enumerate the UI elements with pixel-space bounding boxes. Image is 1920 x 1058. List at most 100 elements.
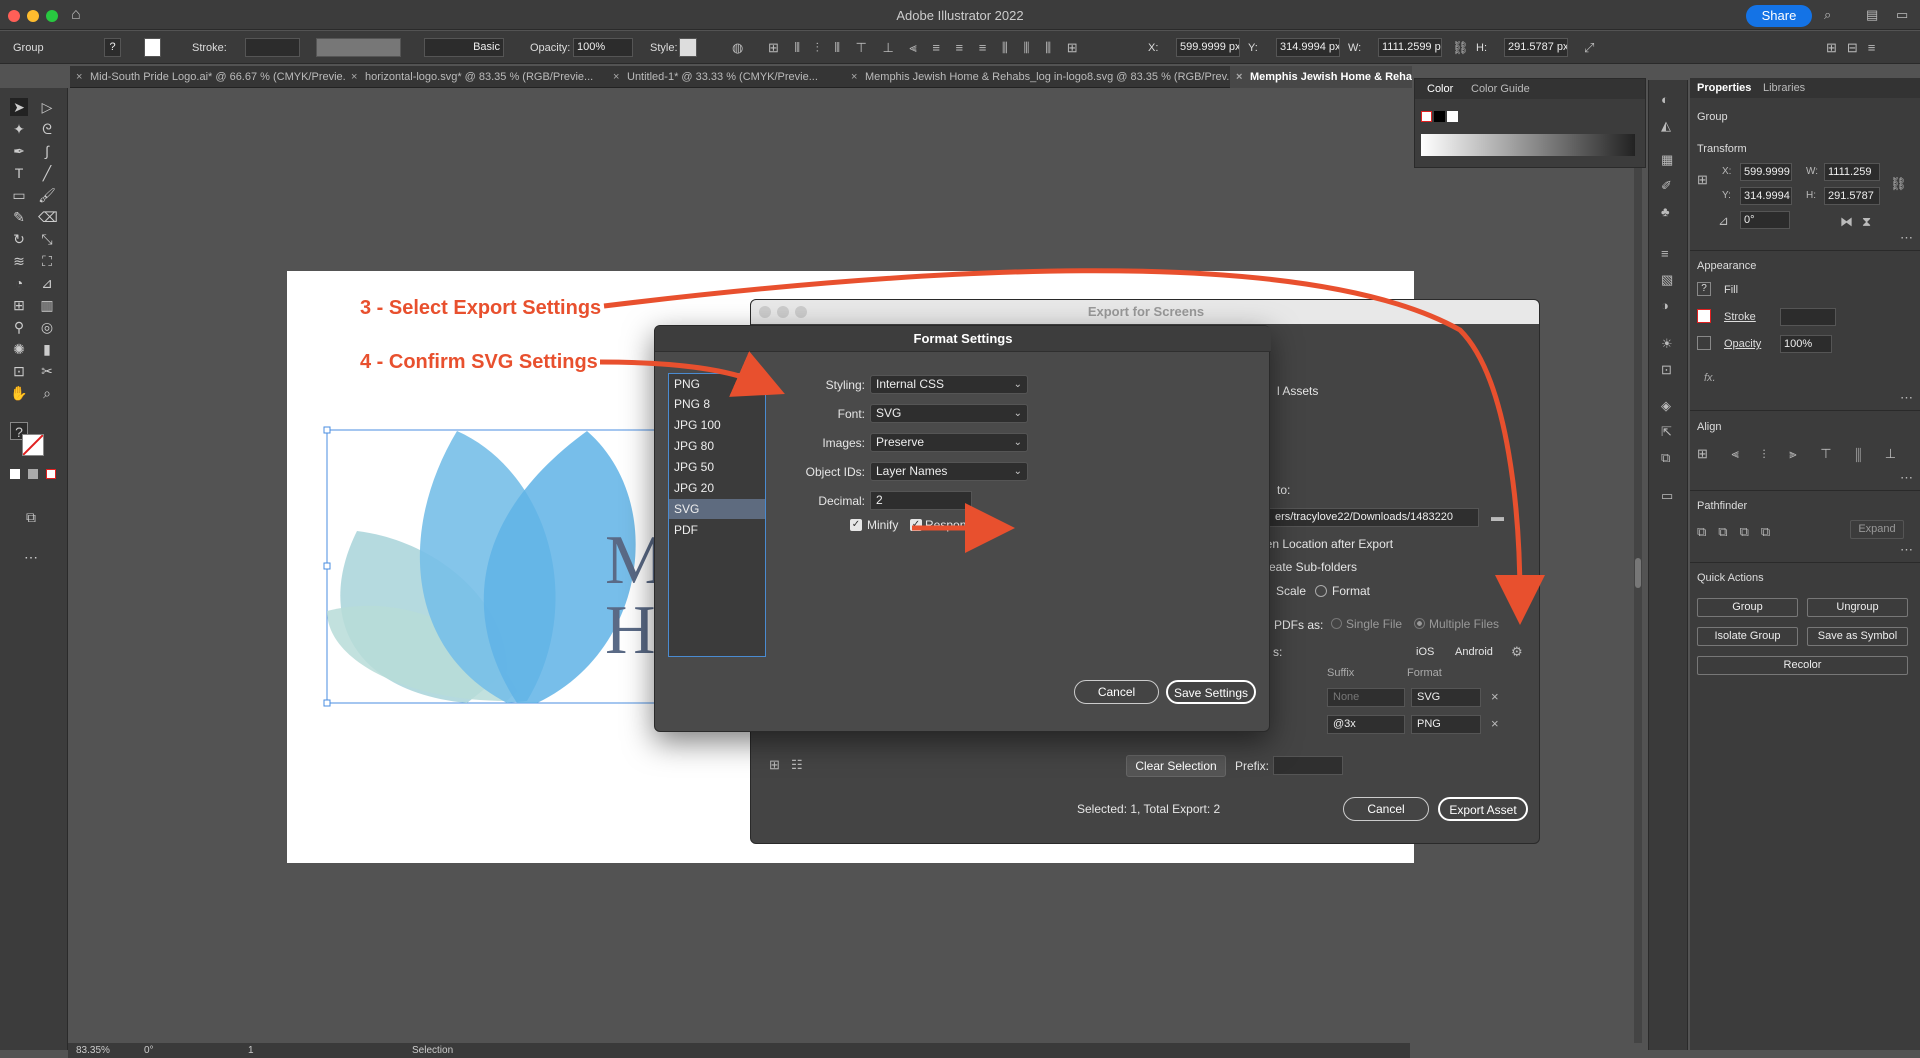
doc-tab[interactable]: × Memphis Jewish Home & Rehabs_log in-log… — [845, 66, 1230, 88]
close-icon[interactable]: × — [1236, 66, 1242, 88]
remove-row-icon[interactable]: × — [1491, 716, 1499, 732]
single-file-radio[interactable] — [1331, 618, 1342, 629]
prefix-field[interactable] — [1273, 756, 1343, 775]
y-field[interactable]: 314.9994 — [1740, 187, 1792, 205]
suffix-field-row1[interactable]: None — [1327, 688, 1405, 707]
multiple-files-radio[interactable] — [1414, 618, 1425, 629]
images-select[interactable]: Preserve ⌄ — [870, 433, 1028, 452]
fill-swatch[interactable]: ? — [104, 38, 121, 57]
export-path-field[interactable]: ers/tracylove22/Downloads/1483220 — [1269, 508, 1479, 527]
perspective-tool-icon[interactable]: ⊿ — [38, 274, 56, 292]
zoom-tool-icon[interactable]: ⌕ — [38, 384, 56, 402]
search-icon[interactable]: ⌕ — [1824, 7, 1831, 23]
zoom-dialog-button[interactable] — [795, 306, 807, 318]
close-icon[interactable]: × — [76, 66, 82, 88]
pathfinder-buttons-icon[interactable]: ⧉⧉⧉⧉ — [1697, 524, 1782, 540]
share-button[interactable]: Share — [1746, 5, 1812, 27]
tab-properties[interactable]: Properties — [1697, 82, 1751, 94]
format-select-row1[interactable]: SVG — [1411, 688, 1481, 707]
fill-swatch[interactable]: ? — [1697, 282, 1711, 296]
symbols-panel-icon[interactable]: ♣ — [1661, 204, 1670, 220]
save-as-symbol-button[interactable]: Save as Symbol — [1807, 627, 1908, 646]
minimize-dialog-button[interactable] — [777, 306, 789, 318]
flip-horizontal-icon[interactable]: ⧓ — [1840, 214, 1853, 230]
assets-tab[interactable]: l Assets — [1277, 384, 1318, 398]
flip-vertical-icon[interactable]: ⧗ — [1862, 214, 1871, 230]
export-panel-icon[interactable]: ⇱ — [1661, 424, 1672, 440]
layers-panel-icon[interactable]: ◈ — [1661, 398, 1671, 414]
eyedropper-tool-icon[interactable]: ⚲ — [10, 318, 28, 336]
magic-wand-tool-icon[interactable]: ✦ — [10, 120, 28, 138]
create-subfolders-checkbox[interactable]: reate Sub-folders — [1265, 560, 1357, 574]
more-options-icon[interactable]: ⋯ — [1900, 470, 1913, 486]
clear-selection-button[interactable]: Clear Selection — [1126, 755, 1226, 777]
close-icon[interactable]: × — [851, 66, 857, 88]
format-item[interactable]: PDF — [669, 520, 765, 540]
recolor-button[interactable]: Recolor — [1697, 656, 1908, 675]
zoom-level[interactable]: 83.35% — [76, 1045, 110, 1056]
style-swatch[interactable] — [679, 38, 697, 57]
close-icon[interactable]: × — [613, 66, 619, 88]
none-swatch[interactable] — [1421, 111, 1432, 122]
link-icon[interactable]: ⛓ — [1452, 40, 1469, 56]
w-field[interactable]: 1111.259 — [1824, 163, 1880, 181]
x-field[interactable]: 599.9999 — [1740, 163, 1792, 181]
h-field[interactable]: 291.5787 — [1824, 187, 1880, 205]
gradient-mode-icon[interactable] — [28, 469, 38, 479]
x-input[interactable]: 599.9999 px — [1176, 38, 1240, 57]
shape-builder-tool-icon[interactable]: ◔ — [10, 274, 28, 292]
curvature-tool-icon[interactable]: ∫ — [38, 142, 56, 160]
tab-color[interactable]: Color — [1427, 83, 1453, 95]
rectangle-tool-icon[interactable]: ▭ — [10, 186, 28, 204]
stroke-weight-field[interactable] — [1780, 308, 1836, 326]
recolor-icon[interactable]: ◍ — [732, 40, 743, 56]
opacity-input[interactable]: 100% — [573, 38, 633, 57]
more-options-icon[interactable]: ⋯ — [1900, 390, 1913, 406]
artboard-tool-icon[interactable]: ⊡ — [10, 362, 28, 380]
type-tool-icon[interactable]: T — [10, 164, 28, 182]
export-asset-button[interactable]: Export Asset — [1438, 797, 1528, 821]
selection-tool-icon[interactable]: ➤ — [10, 98, 28, 116]
graphic-styles-panel-icon[interactable]: ⊡ — [1661, 362, 1672, 378]
vertical-scrollbar[interactable] — [1634, 88, 1642, 1043]
more-tools-icon[interactable]: ⋯ — [22, 548, 40, 566]
tab-color-guide[interactable]: Color Guide — [1471, 83, 1530, 95]
gradient-panel-icon[interactable]: ▧ — [1661, 272, 1673, 288]
close-dialog-button[interactable] — [759, 306, 771, 318]
remove-row-icon[interactable]: × — [1491, 689, 1499, 705]
doc-tab[interactable]: × Mid-South Pride Logo.ai* @ 66.67 % (CMY… — [70, 66, 345, 88]
font-select[interactable]: SVG ⌄ — [870, 404, 1028, 423]
screen-mode-icon[interactable]: ⧉ — [22, 508, 40, 526]
opacity-field[interactable]: 100% — [1780, 335, 1832, 353]
folder-icon[interactable]: ▬ — [1491, 509, 1504, 525]
white-swatch[interactable] — [1447, 111, 1458, 122]
ungroup-button[interactable]: Ungroup — [1807, 598, 1908, 617]
hand-tool-icon[interactable]: ✋ — [10, 384, 28, 402]
ios-preset[interactable]: iOS — [1416, 646, 1434, 658]
symbol-sprayer-tool-icon[interactable]: ✺ — [10, 340, 28, 358]
responsive-checkbox[interactable]: ✓ — [910, 519, 922, 531]
opacity-link[interactable]: Opacity — [1724, 338, 1761, 350]
more-options-icon[interactable]: ⋯ — [1900, 230, 1913, 246]
grid-view-icon[interactable]: ⊞ — [769, 757, 780, 773]
doc-tab[interactable]: × Untitled-1* @ 33.33 % (CMYK/Previe... — [607, 66, 845, 88]
variable-width-select[interactable] — [316, 38, 401, 57]
more-options-icon[interactable]: ⋯ — [1900, 542, 1913, 558]
scale-radio[interactable]: Scale — [1276, 584, 1306, 598]
arrange-icon[interactable]: ▭ — [1896, 7, 1908, 23]
close-icon[interactable]: × — [351, 66, 357, 88]
rotation-value[interactable]: 0° — [144, 1045, 154, 1056]
object-ids-select[interactable]: Layer Names ⌄ — [870, 462, 1028, 481]
artboard-number[interactable]: 1 — [248, 1045, 254, 1056]
align-buttons-icon[interactable]: ⊞ ⫷ ⫶ ⫸ ⊤ ⫼ ⊥ — [1697, 446, 1906, 462]
mesh-tool-icon[interactable]: ⊞ — [10, 296, 28, 314]
line-tool-icon[interactable]: ╱ — [38, 164, 56, 182]
gradient-tool-icon[interactable]: ▥ — [38, 296, 56, 314]
align-icons[interactable]: ⊞ ⫴ ⫶ ⫴ ⊤ ⊥ ⫷ ≡ ≡ ≡ ⫼ ⫼ ⫼ ⊞ — [768, 40, 1084, 56]
format-radio-icon[interactable] — [1315, 585, 1327, 597]
cancel-button[interactable]: Cancel — [1343, 797, 1429, 821]
direct-selection-tool-icon[interactable]: ▷ — [38, 98, 56, 116]
styling-select[interactable]: Internal CSS ⌄ — [870, 375, 1028, 394]
gear-icon[interactable]: ⚙ — [1511, 644, 1523, 660]
doc-tab[interactable]: × horizontal-logo.svg* @ 83.35 % (RGB/Pre… — [345, 66, 607, 88]
